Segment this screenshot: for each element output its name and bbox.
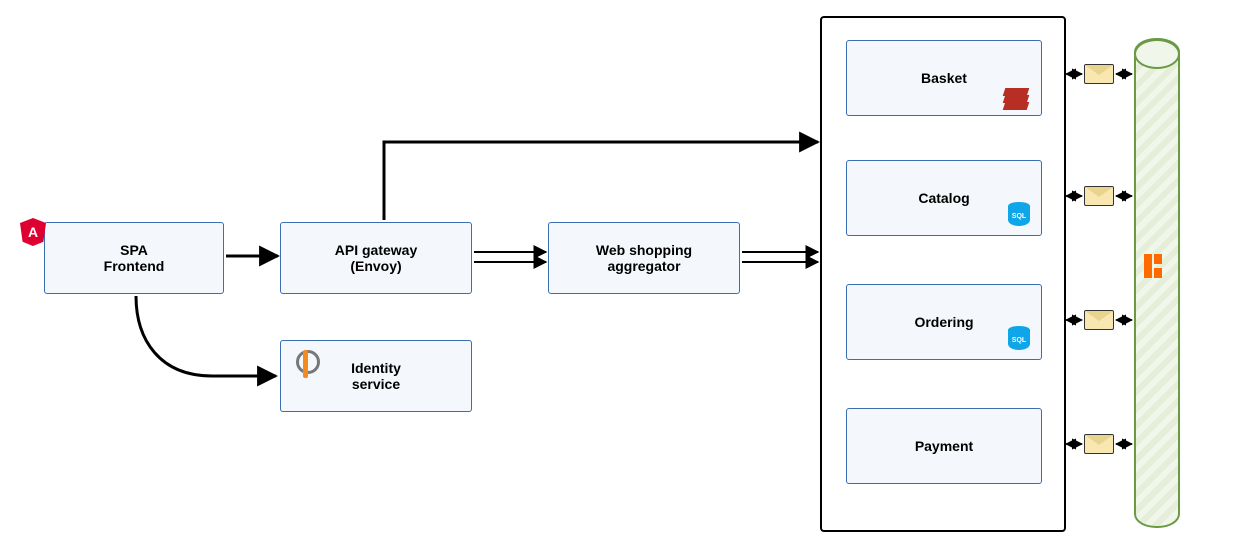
openid-icon bbox=[296, 350, 320, 374]
api-gateway-label: API gateway (Envoy) bbox=[335, 242, 417, 274]
envelope-icon bbox=[1084, 64, 1114, 84]
event-bus-cylinder bbox=[1134, 38, 1180, 528]
aggregator-node: Web shopping aggregator bbox=[548, 222, 740, 294]
envelope-icon bbox=[1084, 434, 1114, 454]
sql-icon: SQL bbox=[1008, 202, 1030, 228]
ordering-label: Ordering bbox=[914, 314, 973, 330]
aggregator-label: Web shopping aggregator bbox=[596, 242, 692, 274]
spa-frontend-node: SPA Frontend bbox=[44, 222, 224, 294]
angular-icon: A bbox=[20, 218, 46, 246]
payment-service-node: Payment bbox=[846, 408, 1042, 484]
identity-service-label: Identity service bbox=[351, 360, 401, 392]
envelope-icon bbox=[1084, 186, 1114, 206]
redis-icon bbox=[1004, 88, 1028, 110]
api-gateway-node: API gateway (Envoy) bbox=[280, 222, 472, 294]
sql-icon: SQL bbox=[1008, 326, 1030, 352]
rabbitmq-icon bbox=[1144, 254, 1170, 280]
spa-frontend-label: SPA Frontend bbox=[104, 242, 165, 274]
envelope-icon bbox=[1084, 310, 1114, 330]
basket-label: Basket bbox=[921, 70, 967, 86]
payment-label: Payment bbox=[915, 438, 973, 454]
catalog-label: Catalog bbox=[918, 190, 969, 206]
